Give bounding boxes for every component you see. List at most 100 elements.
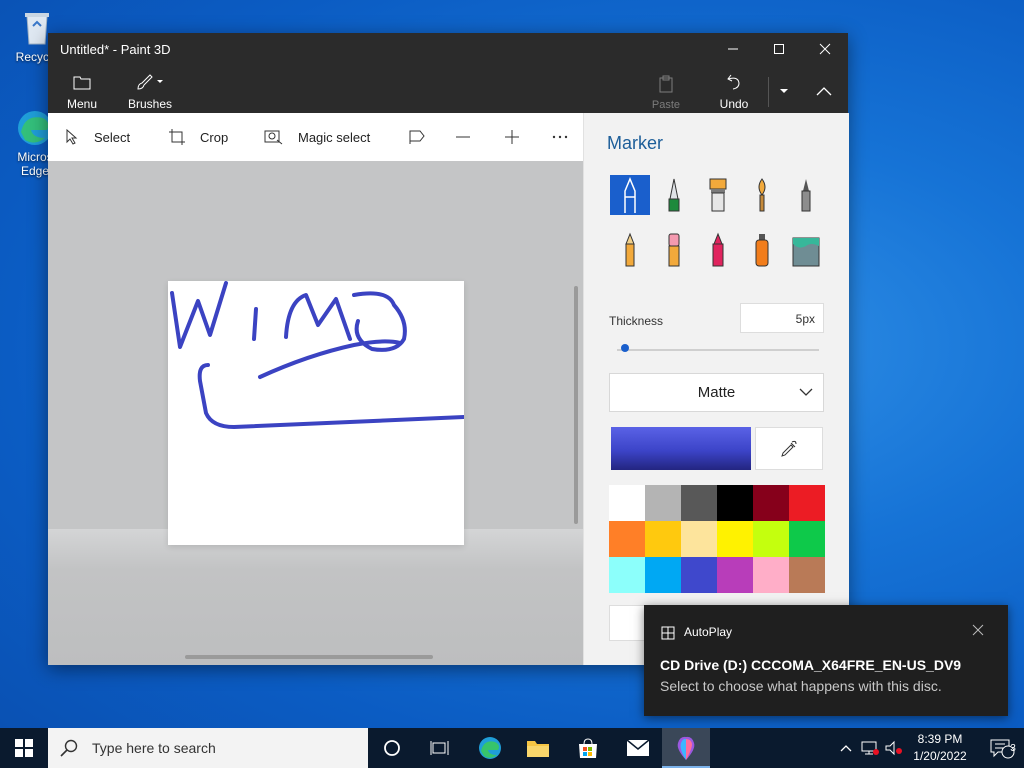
- color-swatch[interactable]: [789, 557, 825, 593]
- history-dropdown-button[interactable]: [774, 81, 794, 101]
- oil-brush-icon: [709, 178, 727, 212]
- color-swatch[interactable]: [717, 557, 753, 593]
- folder-icon: [73, 71, 91, 93]
- show-hidden-icons-button[interactable]: [834, 728, 858, 768]
- drawing-canvas[interactable]: [168, 281, 466, 545]
- zoom-in-button[interactable]: [504, 113, 534, 161]
- horizontal-scrollbar[interactable]: [185, 655, 433, 659]
- zoom-out-button[interactable]: [455, 113, 485, 161]
- network-icon: [861, 741, 879, 755]
- canvas-viewport[interactable]: [48, 161, 583, 665]
- maximize-button[interactable]: [756, 33, 802, 65]
- ribbon-divider: [768, 77, 769, 107]
- network-status[interactable]: [858, 728, 882, 768]
- eraser-brush[interactable]: [654, 230, 694, 270]
- panel-title: Marker: [607, 133, 664, 153]
- cortana-button[interactable]: [368, 728, 416, 768]
- mail-icon: [626, 739, 650, 756]
- color-swatch[interactable]: [753, 557, 789, 593]
- eyedropper-button[interactable]: [755, 427, 823, 470]
- flip-view-button[interactable]: [408, 113, 440, 161]
- edge-icon: [479, 737, 501, 759]
- crayon-brush[interactable]: [698, 230, 738, 270]
- fill-bucket-icon: [792, 237, 820, 267]
- fill-bucket-brush[interactable]: [786, 230, 826, 270]
- color-swatch[interactable]: [753, 485, 789, 521]
- color-swatch[interactable]: [789, 521, 825, 557]
- taskbar-search-box[interactable]: Type here to search: [48, 728, 368, 768]
- taskbar-mail[interactable]: [614, 728, 662, 768]
- search-placeholder: Type here to search: [92, 740, 216, 756]
- more-options-button[interactable]: [552, 113, 582, 161]
- drawing-strokes: [170, 281, 466, 429]
- thickness-slider-thumb[interactable]: [621, 344, 630, 352]
- finish-selected: Matte: [697, 384, 736, 401]
- autoplay-notification[interactable]: AutoPlay CD Drive (D:) CCCOMA_X64FRE_EN-…: [644, 605, 1008, 716]
- magic-select-tool[interactable]: Magic select: [264, 113, 370, 161]
- taskbar-store[interactable]: [564, 728, 612, 768]
- start-button[interactable]: [0, 728, 48, 768]
- close-button[interactable]: [802, 33, 848, 65]
- color-swatch[interactable]: [645, 485, 681, 521]
- oil-brush[interactable]: [698, 175, 738, 215]
- action-center-button[interactable]: 3: [980, 728, 1024, 768]
- pencil-brush[interactable]: [610, 230, 650, 270]
- marker-brush[interactable]: [610, 175, 650, 215]
- color-swatch[interactable]: [609, 521, 645, 557]
- crayon-icon: [712, 232, 724, 267]
- search-icon: [60, 739, 78, 757]
- taskbar-edge[interactable]: [466, 728, 514, 768]
- paint3d-icon: [677, 736, 695, 760]
- minimize-button[interactable]: [710, 33, 756, 65]
- thickness-input[interactable]: 5px: [740, 303, 824, 333]
- crop-tool[interactable]: Crop: [168, 113, 228, 161]
- taskbar-clock[interactable]: 8:39 PM 1/20/2022: [900, 731, 980, 765]
- plus-icon: [505, 130, 519, 144]
- menu-button[interactable]: Menu: [66, 71, 98, 111]
- pixel-pen-brush[interactable]: [786, 175, 826, 215]
- taskbar-paint3d[interactable]: [662, 728, 710, 768]
- dismiss-notification-button[interactable]: [972, 623, 984, 641]
- color-swatch[interactable]: [789, 485, 825, 521]
- cortana-circle-icon: [384, 740, 400, 756]
- calligraphy-pen-icon: [668, 178, 680, 212]
- spray-can-brush[interactable]: [742, 230, 782, 270]
- brush-panel: Marker Thickness 5px Matte: [583, 113, 849, 665]
- brushes-label: Brushes: [127, 97, 173, 111]
- canvas-floor: [48, 529, 583, 665]
- close-icon: [819, 43, 831, 55]
- window-title: Untitled* - Paint 3D: [60, 42, 171, 57]
- vertical-scrollbar[interactable]: [574, 286, 578, 524]
- minimize-icon: [728, 48, 738, 50]
- color-swatch[interactable]: [681, 521, 717, 557]
- color-swatch[interactable]: [753, 521, 789, 557]
- calligraphy-pen-brush[interactable]: [654, 175, 694, 215]
- select-tool[interactable]: Select: [64, 113, 130, 161]
- undo-button[interactable]: Undo: [716, 71, 752, 111]
- collapse-ribbon-button[interactable]: [812, 81, 836, 101]
- watercolor-brush[interactable]: [742, 175, 782, 215]
- color-swatch[interactable]: [681, 485, 717, 521]
- finish-dropdown[interactable]: Matte: [609, 373, 824, 412]
- color-swatch[interactable]: [645, 557, 681, 593]
- paste-label: Paste: [651, 99, 681, 111]
- taskbar-file-explorer[interactable]: [514, 728, 562, 768]
- color-swatch[interactable]: [645, 521, 681, 557]
- color-swatch[interactable]: [609, 557, 645, 593]
- undo-icon: [726, 71, 742, 93]
- windows-logo-icon: [15, 739, 33, 757]
- select-label: Select: [94, 129, 131, 145]
- notification-body: Select to choose what happens with this …: [660, 678, 942, 694]
- thickness-slider-track[interactable]: [617, 349, 819, 351]
- color-swatch[interactable]: [717, 521, 753, 557]
- color-swatch[interactable]: [681, 557, 717, 593]
- clock-date: 1/20/2022: [913, 749, 967, 763]
- color-swatch[interactable]: [609, 485, 645, 521]
- canvas-toolbar: Select Crop Magic select: [48, 113, 583, 161]
- color-swatch[interactable]: [717, 485, 753, 521]
- paste-button[interactable]: Paste: [648, 73, 684, 111]
- brushes-button[interactable]: Brushes: [128, 71, 172, 111]
- task-view-button[interactable]: [416, 728, 464, 768]
- notification-app-name: AutoPlay: [684, 625, 733, 639]
- current-color-swatch[interactable]: [611, 427, 751, 470]
